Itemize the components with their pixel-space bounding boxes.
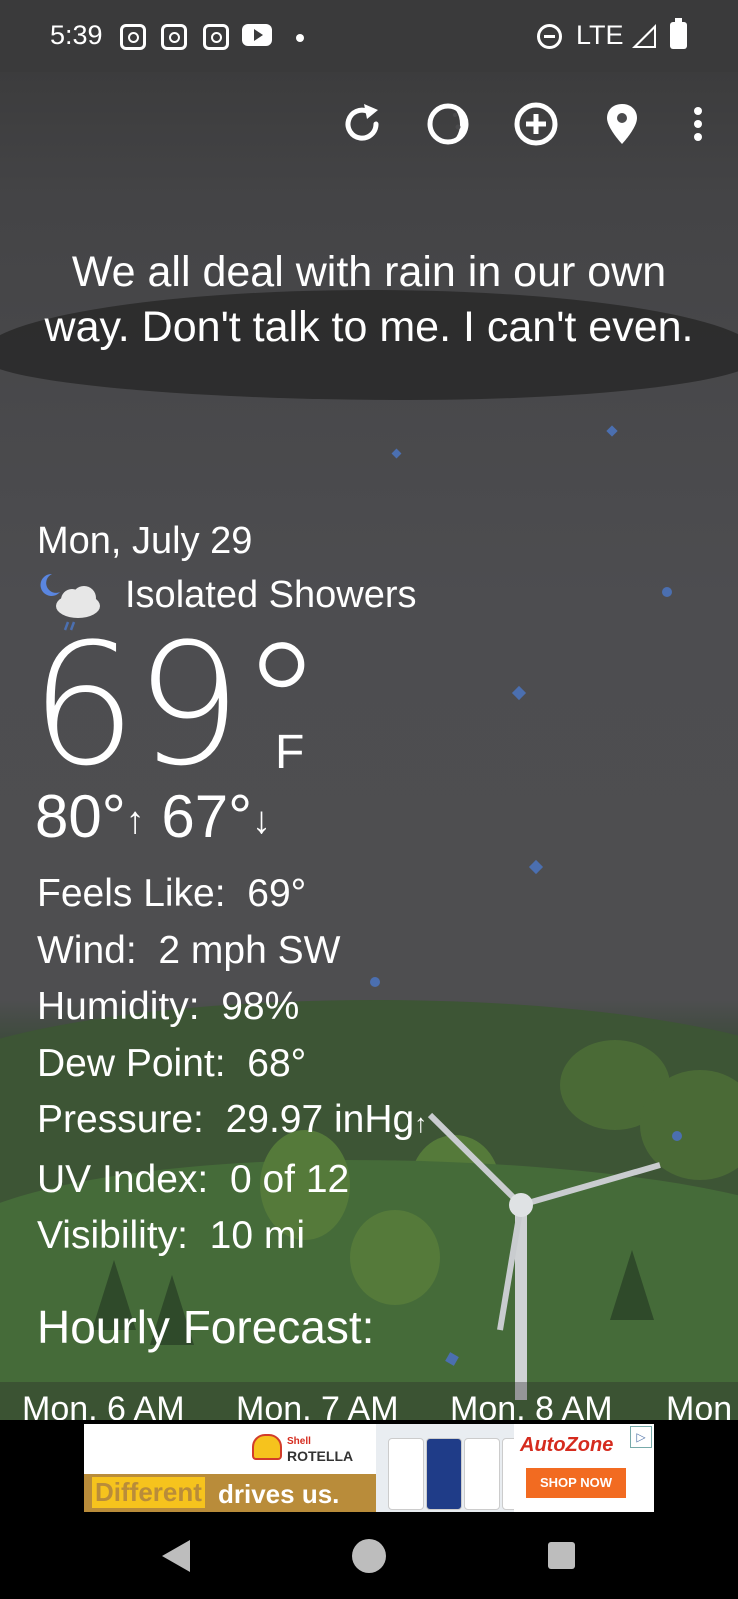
- up-arrow-icon: ↑: [125, 800, 145, 843]
- signal-icon: [632, 24, 656, 48]
- weather-quote: We all deal with rain in our own way. Do…: [44, 248, 694, 351]
- back-button[interactable]: [162, 1540, 190, 1572]
- ad-shop-now-button[interactable]: SHOP NOW: [526, 1468, 626, 1498]
- instagram-icon: [203, 24, 229, 50]
- refresh-icon[interactable]: [338, 100, 386, 148]
- ad-retailer-panel: AutoZone SHOP NOW ▷: [514, 1424, 654, 1512]
- ad-choices-icon[interactable]: ▷: [630, 1426, 652, 1448]
- add-location-icon[interactable]: [512, 100, 560, 148]
- forecast-date: Mon, July 29: [37, 520, 253, 562]
- product-bottle: [426, 1438, 462, 1510]
- product-bottle: [464, 1438, 500, 1510]
- hourly-item[interactable]: Mon, 6 AM: [22, 1390, 185, 1420]
- hourly-forecast-list[interactable]: Mon, 6 AM Mon, 7 AM Mon, 8 AM Mon: [0, 1382, 738, 1420]
- recent-apps-button[interactable]: [548, 1542, 575, 1569]
- network-type: LTE: [576, 20, 624, 50]
- more-options-icon[interactable]: [680, 100, 716, 148]
- ad-brand: Shell ROTELLA: [287, 1436, 354, 1464]
- shell-logo-icon: [252, 1434, 282, 1460]
- detail-feels-like: Feels Like: 69°: [37, 872, 307, 915]
- wind-turbine: [427, 1112, 661, 1400]
- ad-banner[interactable]: Different drives us. Shell ROTELLA AutoZo…: [84, 1424, 654, 1512]
- ad-slogan-highlight: Different: [92, 1477, 205, 1508]
- ad-left-panel: Different drives us. Shell ROTELLA: [84, 1424, 376, 1512]
- down-arrow-icon: ↓: [252, 800, 272, 843]
- rain-drop: [672, 1131, 682, 1141]
- do-not-disturb-icon: [537, 24, 562, 49]
- temperature-unit: F: [275, 726, 305, 779]
- detail-pressure: Pressure: 29.97 inHg↑: [37, 1098, 428, 1141]
- battery-icon: [670, 18, 687, 49]
- low-temperature: 67°: [161, 783, 253, 850]
- hourly-item[interactable]: Mon, 7 AM: [236, 1390, 399, 1420]
- location-pin-icon[interactable]: [598, 100, 646, 148]
- status-bar: 5:39 LTE: [0, 0, 738, 72]
- instagram-icon: [120, 24, 146, 50]
- rain-drop: [662, 587, 672, 597]
- detail-wind: Wind: 2 mph SW: [37, 928, 341, 972]
- hourly-item[interactable]: Mon, 8 AM: [450, 1390, 613, 1420]
- ad-slogan-text: drives us.: [218, 1479, 340, 1509]
- hourly-forecast-title: Hourly Forecast:: [37, 1301, 375, 1353]
- detail-dew-point: Dew Point: 68°: [37, 1041, 307, 1085]
- detail-visibility: Visibility: 10 mi: [37, 1214, 306, 1257]
- more-notifications-dot: [296, 34, 304, 42]
- home-button[interactable]: [352, 1539, 386, 1573]
- status-time: 5:39: [50, 20, 103, 50]
- instagram-icon: [161, 24, 187, 50]
- youtube-icon: [242, 24, 272, 46]
- detail-uv-index: UV Index: 0 of 12: [37, 1157, 350, 1201]
- moon-phase-icon[interactable]: [424, 100, 472, 148]
- rising-arrow-icon: ↑: [414, 1108, 428, 1138]
- detail-humidity: Humidity: 98%: [37, 985, 300, 1028]
- high-temperature: 80°: [35, 783, 126, 850]
- hourly-item[interactable]: Mon: [666, 1390, 732, 1420]
- high-low: 80°↑ 67°↓: [35, 782, 271, 856]
- retailer-logo: AutoZone: [520, 1434, 614, 1456]
- weather-details: Feels Like: 69° Wind: 2 mph SW Humidity:…: [37, 866, 427, 1265]
- product-bottle: [388, 1438, 424, 1510]
